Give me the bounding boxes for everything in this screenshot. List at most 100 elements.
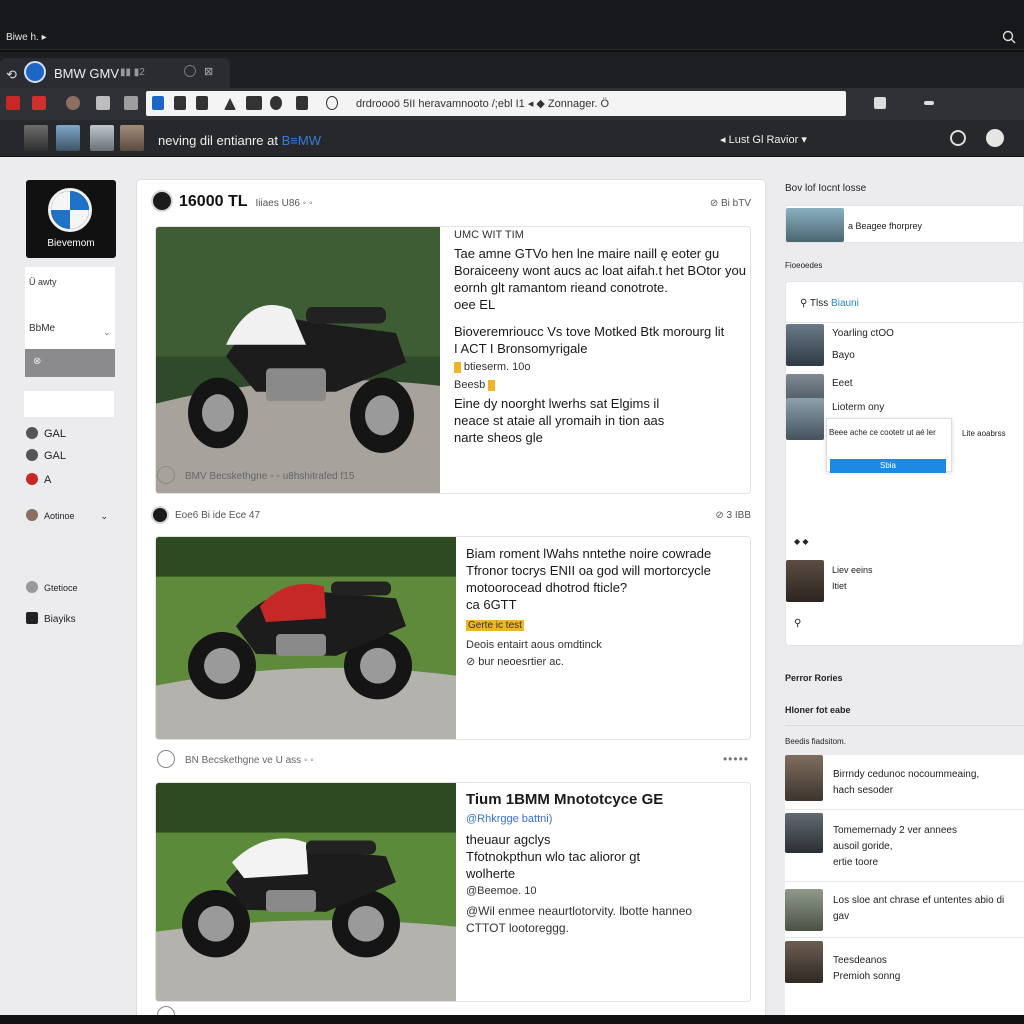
back-arrow-icon[interactable]: ⟲	[6, 67, 17, 83]
page-heading-link[interactable]: B≡MW	[282, 133, 321, 148]
motorcycle-photo[interactable]	[156, 537, 456, 739]
sidebar-item[interactable]: GAL	[26, 449, 66, 462]
user-menu[interactable]: ◂ Lust Gl Ravior ▾	[720, 133, 807, 146]
post-header: Eoe6 Bi ide Ece 47	[151, 506, 260, 524]
post-title: 16000 TL	[179, 193, 248, 210]
comment-icon[interactable]	[157, 466, 175, 484]
lock-icon: ⚲	[794, 618, 802, 629]
motorcycle-photo[interactable]	[156, 227, 440, 493]
post-body: Eine dy noorght lwerhs sat Elgims il nea…	[454, 396, 665, 445]
comment-icon[interactable]	[157, 1006, 175, 1015]
post-body: @Wil enmee neaurtlotorvity. lbotte hanne…	[466, 904, 693, 935]
page-header: neving dil entianre at B≡MW ◂ Lust Gl Ra…	[0, 120, 1024, 156]
post-meta[interactable]: ⊘ 3 ІВB	[715, 510, 751, 521]
filter-action[interactable]: ⊗	[25, 349, 115, 377]
os-label: Biwe h. ▸	[6, 32, 47, 43]
menu-icon[interactable]	[924, 101, 934, 105]
avatar[interactable]	[151, 190, 173, 212]
brand-card[interactable]: Bievemom	[26, 180, 116, 258]
popover-text: Beee ache ce cootetr ut aé ler	[829, 428, 936, 437]
related-item[interactable]: Los sloe ant chrase ef untentes abio di g…	[833, 893, 1004, 925]
address-bar[interactable]: drdroooö 5II heravamnooto /;ebl I1 ◂ ◆ Z…	[146, 91, 846, 116]
post-subtitle: Iiiaes U86 ◦ ◦	[255, 198, 313, 209]
nav-icon	[26, 449, 38, 461]
post-meta[interactable]: ⊘ Bi bTV	[710, 198, 751, 209]
flag-icon[interactable]	[246, 96, 262, 110]
post-card[interactable]: Tium 1BMM Mnototcyce GE @Rhkrgge battni)…	[155, 782, 751, 1002]
item-thumb	[786, 560, 824, 602]
page-heading: neving dil entianre at B≡MW	[158, 133, 321, 148]
related-item[interactable]: Teesdeanos Premioh sonng	[833, 953, 900, 985]
main-feed: 16000 TL Iiiaes U86 ◦ ◦ ⊘ Bi bTV UMC WIT …	[136, 179, 766, 1015]
at-icon[interactable]	[326, 96, 338, 110]
profile-icon[interactable]	[986, 129, 1004, 147]
shield-icon[interactable]	[296, 96, 308, 110]
post-header: 16000 TL Iiiaes U86 ◦ ◦	[151, 190, 313, 212]
item-thumb	[786, 398, 824, 440]
copy-icon[interactable]	[874, 97, 886, 109]
post-tag-line: Gerte ic test	[466, 620, 524, 631]
sidebar-item[interactable]: Biayiks	[26, 612, 76, 625]
avatar-icon[interactable]	[66, 96, 80, 110]
story-thumb[interactable]	[24, 125, 48, 151]
post-card[interactable]: UMC WIT TIM Tae amne GTVo hen lne maire …	[155, 226, 751, 494]
sidebar-item[interactable]: Gtetioce	[26, 581, 78, 593]
bottom-bar	[0, 1015, 1024, 1024]
story-thumb[interactable]	[90, 125, 114, 151]
subscribe-button[interactable]: Sbia	[830, 459, 946, 473]
nav-icon	[26, 509, 38, 521]
bookmark-icon[interactable]	[124, 96, 138, 110]
live-sub: Itiet	[832, 581, 847, 591]
story-thumb[interactable]	[120, 125, 144, 151]
item-thumb	[785, 941, 823, 983]
more-options-icon[interactable]: •••••	[723, 752, 749, 766]
story-thumb[interactable]	[56, 125, 80, 151]
panel-item[interactable]: Eeet	[832, 376, 853, 392]
panel-item[interactable]: Yoarling ctOO	[832, 326, 894, 342]
post-tag-line: @Beemoe. 10	[466, 885, 537, 897]
sidebar-item[interactable]: GAL	[26, 427, 66, 440]
motorcycle-photo[interactable]	[156, 783, 456, 1001]
sidebar-search-input[interactable]	[24, 391, 114, 417]
sidebar-item[interactable]: A	[26, 473, 51, 486]
right-section-sub: Beedis fiadsitom.	[785, 737, 846, 746]
panel-item[interactable]: Lioterm ony	[832, 400, 884, 416]
browser-tab[interactable]: ⟲ BMW GMV ▮▮ ▮2 ⊠	[0, 58, 230, 88]
right-section-title: Perror Rories	[785, 673, 843, 683]
sidebar-item[interactable]: Aotinoe ⌄	[26, 509, 108, 522]
comment-icon[interactable]	[157, 750, 175, 768]
os-top-bar: Biwe h. ▸	[0, 0, 1024, 50]
chat-icon[interactable]	[950, 130, 966, 146]
warning-icon[interactable]	[224, 96, 236, 110]
tab-extra: ▮▮ ▮2	[120, 67, 145, 78]
tab-title: BMW GMV	[54, 66, 119, 81]
chevron-down-icon: ⌄	[100, 511, 109, 521]
bookmark-icon[interactable]	[32, 96, 46, 110]
panel-item[interactable]: Bayo	[832, 348, 855, 364]
person-icon[interactable]	[196, 96, 208, 110]
site-icon	[152, 96, 164, 110]
related-list: Birrndy cedunoc nocoummeaing, hach sesode…	[785, 755, 1024, 1015]
nav-icon	[26, 473, 38, 485]
chevron-down-icon[interactable]: ⌄	[103, 327, 111, 338]
related-item[interactable]: Tomemernady 2 ver annees ausoil goride, er…	[833, 823, 957, 871]
post-body: Bioveremrioucc Vs tove Motked Btk morour…	[454, 324, 725, 356]
tab-close-icon[interactable]: ⊠	[204, 65, 213, 78]
search-icon[interactable]	[1002, 30, 1016, 44]
filter-select[interactable]: BbMe	[29, 323, 55, 334]
avatar[interactable]	[151, 506, 169, 524]
bookmark-icon[interactable]	[6, 96, 20, 110]
live-title[interactable]: Liev eeins	[832, 562, 873, 578]
related-item[interactable]: Birrndy cedunoc nocoummeaing, hach sesode…	[833, 767, 979, 799]
url-text[interactable]: drdroooö 5II heravamnooto /;ebl I1 ◂ ◆ Z…	[356, 97, 609, 110]
tab-status-icon	[184, 65, 196, 77]
right-item[interactable]: a Beagee fhorprey	[785, 205, 1024, 243]
bmw-logo-icon	[24, 61, 46, 83]
post-footer	[157, 1006, 185, 1015]
bmw-emblem-icon	[48, 188, 92, 232]
post-card[interactable]: Biam roment lWahs nntethe noire cowrade …	[155, 536, 751, 740]
clock-icon[interactable]	[270, 96, 282, 110]
bookmark-icon[interactable]	[96, 96, 110, 110]
grid-icon[interactable]	[174, 96, 186, 110]
post-subtitle[interactable]: @Rhkrgge battni)	[466, 811, 552, 828]
